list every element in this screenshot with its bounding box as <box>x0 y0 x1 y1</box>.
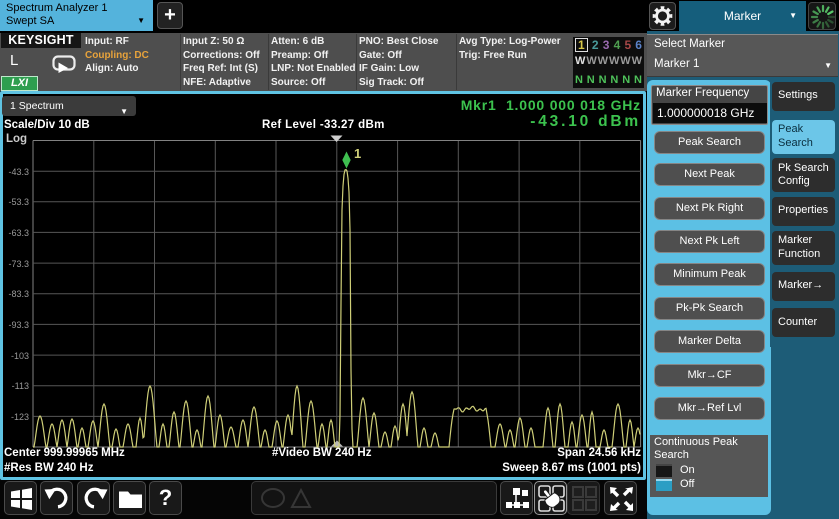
svg-text:1: 1 <box>354 146 361 161</box>
